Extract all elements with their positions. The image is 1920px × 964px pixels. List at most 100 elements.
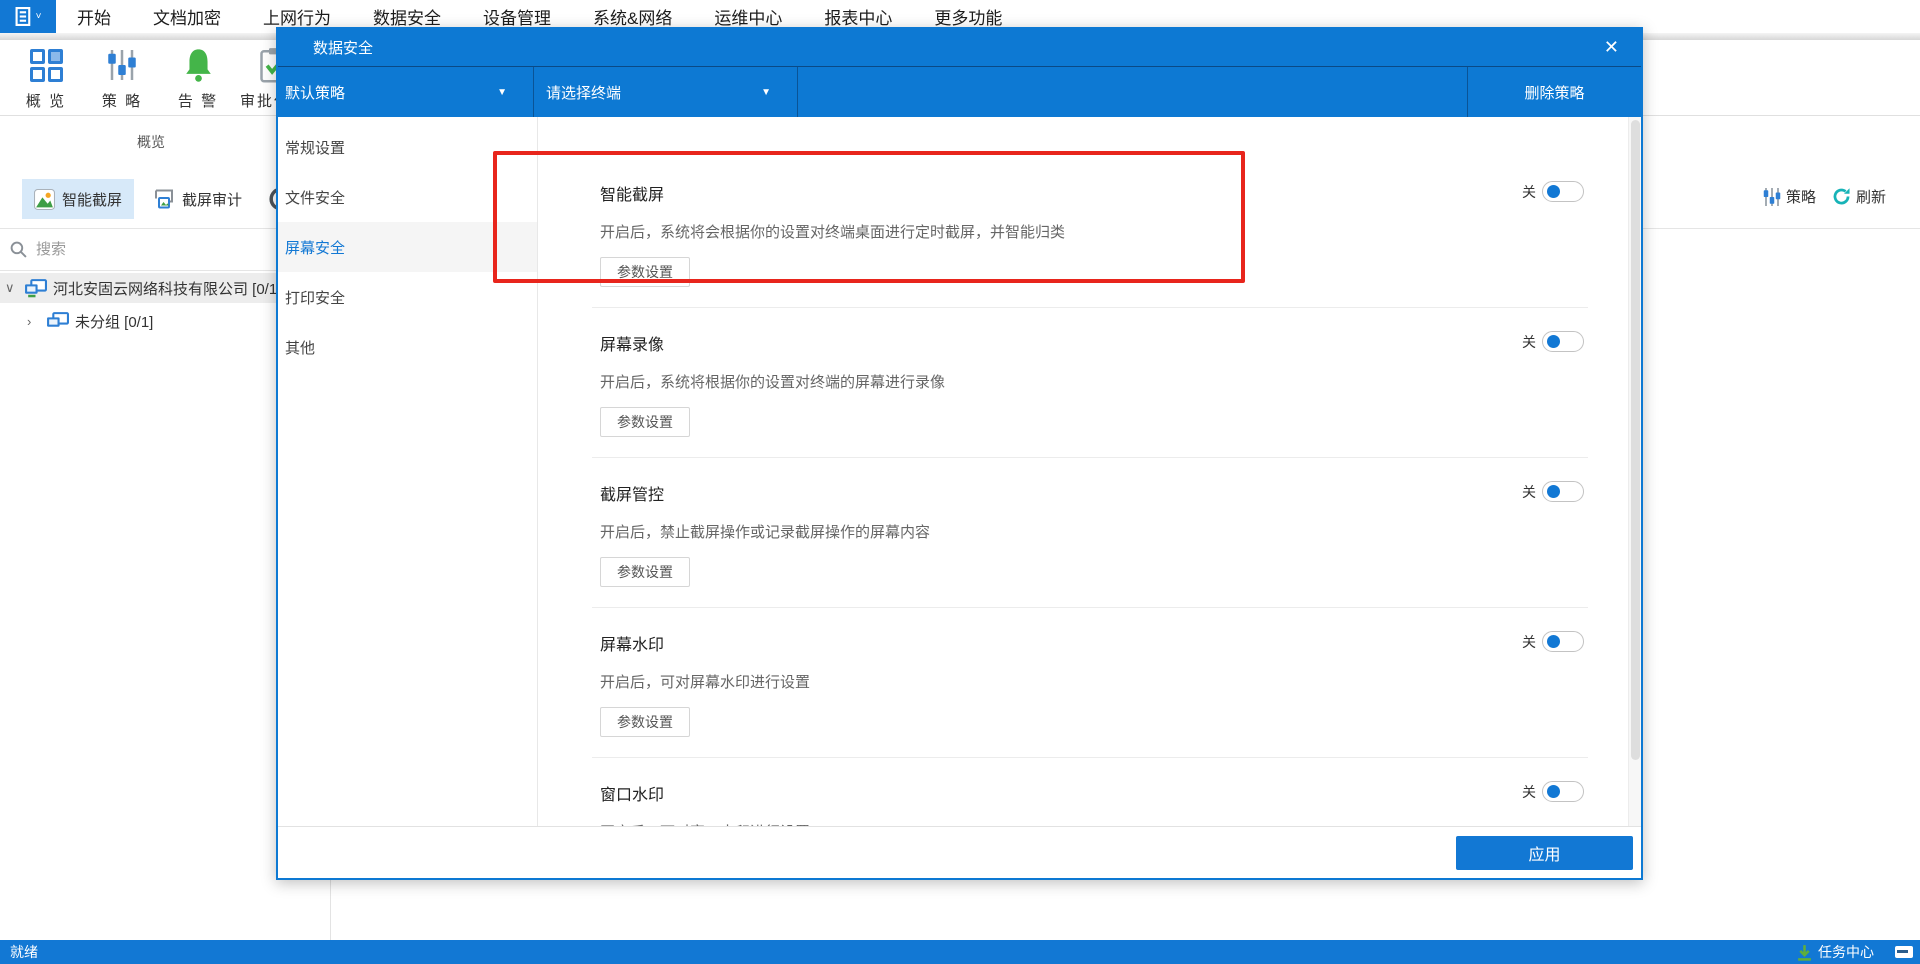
setting-toggle[interactable]: 关: [1522, 631, 1584, 652]
toggle-switch[interactable]: [1542, 331, 1584, 352]
setting-description: 开启后，禁止截屏操作或记录截屏操作的屏幕内容: [600, 524, 931, 541]
action-label: 刷新: [1855, 189, 1886, 206]
ribbon-button-alert[interactable]: 告 警: [166, 40, 230, 111]
toggle-state-label: 关: [1522, 783, 1536, 800]
chevron-expanded-icon[interactable]: ∨: [5, 280, 18, 296]
toggle-knob: [1547, 635, 1560, 648]
close-icon[interactable]: ✕: [1604, 37, 1641, 58]
apply-button[interactable]: 应用: [1456, 836, 1633, 870]
toggle-state-label: 关: [1522, 333, 1536, 350]
policy-sliders-icon: [1763, 187, 1781, 207]
toggle-switch[interactable]: [1542, 481, 1584, 502]
terminal-dropdown[interactable]: 请选择终端 ▼: [534, 67, 798, 117]
dialog-footer: 应用: [278, 826, 1641, 878]
dialog-toolbar: 默认策略 ▼ 请选择终端 ▼ 删除策略: [278, 67, 1641, 117]
search-icon: [10, 241, 27, 258]
setting-title: 屏幕录像: [600, 337, 665, 354]
workspace-tabs: 智能截屏 截屏审计: [22, 179, 293, 219]
dialog-titlebar: 数据安全 ✕: [278, 29, 1641, 67]
setting-description: 开启后，系统将会根据你的设置对终端桌面进行定时截屏，并智能归类: [600, 224, 1066, 241]
tab-label: 智能截屏: [62, 191, 123, 209]
setting-toggle[interactable]: 关: [1522, 181, 1584, 202]
setting-section: 智能截屏 开启后，系统将会根据你的设置对终端桌面进行定时截屏，并智能归类 参数设…: [600, 157, 1641, 307]
setting-description: 开启后，可对屏幕水印进行设置: [600, 674, 811, 691]
dialog-body: 常规设置 文件安全 屏幕安全 打印安全 其他 智能截屏 开启后，系统将会根据你的设置对终…: [278, 117, 1641, 826]
chevron-down-icon: ˅: [35, 10, 42, 22]
tree-item-label: 河北安固云网络科技有限公司 [0/1]: [53, 280, 282, 298]
dialog-nav-item[interactable]: 打印安全: [278, 272, 537, 322]
setting-title: 窗口水印: [600, 787, 665, 804]
dialog-content: 智能截屏 开启后，系统将会根据你的设置对终端桌面进行定时截屏，并智能归类 参数设…: [538, 117, 1641, 826]
scrollbar[interactable]: [1628, 117, 1641, 826]
dialog-nav-item[interactable]: 其他: [278, 322, 537, 372]
policy-dropdown-value: 默认策略: [285, 84, 346, 102]
ribbon-button-label: 概 览: [25, 93, 67, 110]
download-icon: [1796, 944, 1813, 961]
menu-item[interactable]: 开始: [56, 0, 132, 33]
ribbon-button-label: 策 略: [101, 93, 143, 110]
ribbon-button-policy[interactable]: 策 略: [90, 40, 154, 111]
setting-description: 开启后，系统将根据你的设置对终端的屏幕进行录像: [600, 374, 946, 391]
toggle-switch[interactable]: [1542, 781, 1584, 802]
chevron-collapsed-icon[interactable]: ›: [27, 314, 40, 329]
app-menu-button[interactable]: ˅: [0, 0, 56, 33]
setting-section: 屏幕水印 开启后，可对屏幕水印进行设置 参数设置 关: [592, 607, 1641, 757]
toggle-switch[interactable]: [1542, 181, 1584, 202]
tab-smart-screenshot[interactable]: 智能截屏: [22, 179, 135, 219]
setting-toggle[interactable]: 关: [1522, 781, 1584, 802]
search-input[interactable]: [36, 241, 286, 258]
menu-item[interactable]: 文档加密: [132, 0, 242, 33]
setting-title: 智能截屏: [600, 187, 665, 204]
dialog-nav-item[interactable]: 常规设置: [278, 122, 537, 172]
toggle-knob: [1547, 335, 1560, 348]
policy-action-button[interactable]: 策略: [1763, 186, 1816, 207]
setting-section: 屏幕录像 开启后，系统将根据你的设置对终端的屏幕进行录像 参数设置 关: [592, 307, 1641, 457]
alert-bell-icon: [183, 46, 214, 84]
refresh-icon: [1832, 187, 1851, 206]
toggle-state-label: 关: [1522, 483, 1536, 500]
toggle-knob: [1547, 785, 1560, 798]
delete-policy-button[interactable]: 删除策略: [1467, 67, 1641, 117]
data-security-dialog: 数据安全 ✕ 默认策略 ▼ 请选择终端 ▼ 删除策略 常规设置 文件安全 屏幕安全打…: [276, 27, 1643, 880]
policy-sliders-icon: [107, 46, 137, 84]
dialog-nav-item[interactable]: 文件安全: [278, 172, 537, 222]
overview-grid-icon: [29, 46, 63, 84]
screenshot-image-icon: [34, 188, 55, 210]
setting-section: 截屏管控 开启后，禁止截屏操作或记录截屏操作的屏幕内容 参数设置 关: [592, 457, 1641, 607]
param-settings-button[interactable]: 参数设置: [600, 557, 690, 587]
param-settings-button[interactable]: 参数设置: [600, 407, 690, 437]
app-menu-icon: [15, 7, 34, 26]
status-bar: 就绪 任务中心: [0, 940, 1920, 964]
ribbon-button-overview[interactable]: 概 览: [14, 40, 78, 111]
dialog-nav-item[interactable]: 屏幕安全: [278, 222, 537, 272]
task-center-button[interactable]: 任务中心: [1818, 942, 1874, 962]
screen-audit-icon: [153, 189, 175, 209]
dialog-nav: 常规设置 文件安全 屏幕安全 打印安全 其他: [278, 117, 538, 826]
setting-toggle[interactable]: 关: [1522, 331, 1584, 352]
toggle-state-label: 关: [1522, 183, 1536, 200]
computer-group-icon: [24, 278, 47, 298]
tree-item-label: 未分组 [0/1]: [75, 313, 154, 331]
refresh-button[interactable]: 刷新: [1832, 186, 1886, 207]
toggle-knob: [1547, 185, 1560, 198]
setting-toggle[interactable]: 关: [1522, 481, 1584, 502]
tray-icon[interactable]: [1895, 946, 1913, 958]
setting-section: 窗口水印 开启后，可对窗口水印进行设置 关: [592, 757, 1641, 826]
dialog-title: 数据安全: [313, 40, 374, 57]
action-label: 策略: [1785, 189, 1816, 206]
setting-title: 截屏管控: [600, 487, 665, 504]
toggle-state-label: 关: [1522, 633, 1536, 650]
param-settings-button[interactable]: 参数设置: [600, 707, 690, 737]
chevron-down-icon: ▼: [761, 86, 771, 98]
param-settings-button[interactable]: 参数设置: [600, 257, 690, 287]
setting-title: 屏幕水印: [600, 637, 665, 654]
status-text: 就绪: [10, 944, 38, 960]
ribbon-group-label: 概览: [137, 134, 165, 150]
screen: ˅ 开始 文档加密 上网行为 数据安全 设备管理 系统&网络 运维中心 报表中心 更多功能 概 …: [0, 0, 1920, 964]
policy-dropdown[interactable]: 默认策略 ▼: [278, 67, 534, 117]
tab-label: 截屏审计: [182, 191, 243, 209]
toggle-switch[interactable]: [1542, 631, 1584, 652]
tab-screenshot-audit[interactable]: 截屏审计: [141, 179, 254, 219]
scrollbar-thumb[interactable]: [1631, 120, 1640, 760]
chevron-down-icon: ▼: [497, 86, 507, 98]
